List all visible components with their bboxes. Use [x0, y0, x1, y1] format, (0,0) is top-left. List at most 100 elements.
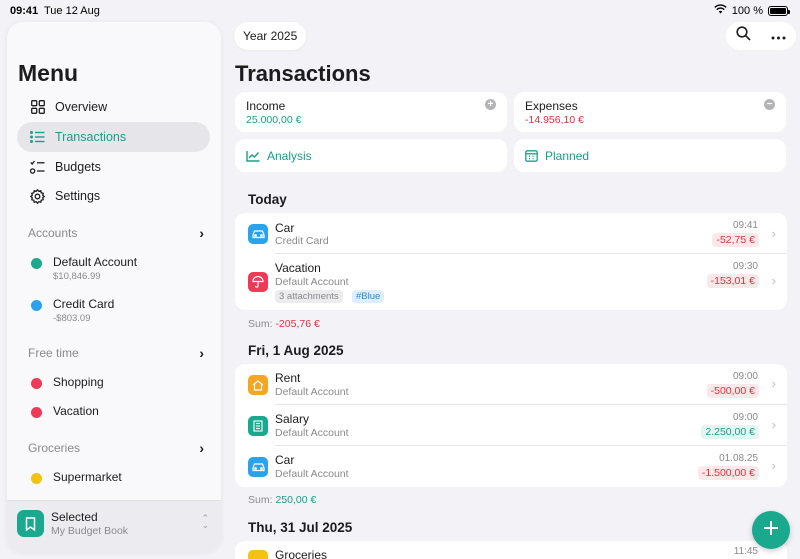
more-icon[interactable] [771, 27, 786, 45]
transaction-account: Credit Card [275, 235, 329, 247]
page-title: Transactions [235, 61, 371, 86]
transaction-group: Rent Default Account 09:00 -500,00 € › S… [235, 364, 787, 487]
category-name: Shopping [53, 375, 104, 389]
chevron-right-icon: › [771, 226, 776, 241]
car-icon [248, 224, 268, 244]
chevron-right-icon: › [771, 417, 776, 432]
attachments-tag: 3 attachments [275, 290, 343, 303]
sum-label: Sum: [248, 494, 273, 506]
sidebar-category-shopping[interactable]: Shopping [31, 375, 104, 389]
sidebar-category-vacation[interactable]: Vacation [31, 404, 99, 418]
sidebar-item-label: Budgets [55, 160, 101, 174]
calendar-icon [525, 149, 538, 162]
section-groceries[interactable]: Groceries › [28, 440, 204, 456]
chart-line-icon [246, 150, 260, 162]
planned-button[interactable]: Planned [514, 139, 786, 172]
transaction-account: Default Account [275, 276, 349, 288]
sum-label: Sum: [248, 318, 273, 330]
transaction-group: Groceries 11:45 [235, 541, 787, 559]
battery-icon [768, 5, 790, 16]
transaction-amount: -500,00 € [706, 384, 759, 398]
hashtag-tag: #Blue [352, 290, 385, 303]
transaction-amount: -153,01 € [706, 274, 759, 288]
top-actions [726, 22, 796, 50]
table-row[interactable]: Car Credit Card 09:41 -52,75 € › [235, 213, 787, 254]
table-row[interactable]: Rent Default Account 09:00 -500,00 € › [235, 364, 787, 405]
status-time: 09:41 [10, 5, 39, 17]
sidebar: Menu Overview Transactions Budgets Setti… [7, 22, 221, 552]
minus-circle-icon: − [764, 99, 775, 110]
sidebar-item-settings[interactable]: Settings [17, 181, 210, 211]
checklist-icon [29, 159, 46, 176]
day-header: Today [248, 192, 287, 207]
plus-circle-icon: + [485, 99, 496, 110]
income-label: Income [246, 99, 286, 113]
expenses-card[interactable]: Expenses -14.956,10 € − [514, 92, 786, 132]
sidebar-item-budgets[interactable]: Budgets [17, 152, 210, 182]
table-row[interactable]: Vacation Default Account 3 attachments #… [235, 254, 787, 310]
table-row[interactable]: Salary Default Account 09:00 2.250,00 € … [235, 405, 787, 446]
sum-value: 250,00 € [275, 494, 317, 506]
house-icon [248, 375, 268, 395]
account-balance: -$803.09 [53, 313, 91, 324]
sidebar-item-label: Settings [55, 189, 101, 203]
umbrella-icon [248, 272, 268, 292]
category-color-dot [31, 473, 42, 484]
day-header: Fri, 1 Aug 2025 [248, 343, 344, 358]
chevron-right-icon: › [199, 440, 204, 456]
income-card[interactable]: Income 25.000,00 € + [235, 92, 507, 132]
category-name: Supermarket [53, 470, 122, 484]
transaction-amount: -1.500,00 € [697, 466, 759, 480]
chevron-right-icon: › [771, 458, 776, 473]
chevron-right-icon: › [199, 225, 204, 241]
chevron-right-icon: › [771, 273, 776, 288]
bookmark-icon [17, 510, 44, 537]
sidebar-item-label: Overview [55, 100, 108, 114]
expenses-label: Expenses [525, 99, 578, 113]
category-color-dot [31, 407, 42, 418]
analysis-button[interactable]: Analysis [235, 139, 507, 172]
transaction-time: 11:45 [733, 546, 758, 557]
section-title: Free time [28, 346, 79, 360]
transaction-name: Car [275, 221, 295, 235]
transaction-time: 09:00 [732, 371, 758, 382]
status-date: Tue 12 Aug [44, 5, 100, 17]
cart-icon [248, 550, 268, 559]
list-icon [29, 129, 46, 146]
transaction-account: Default Account [275, 427, 349, 439]
table-row[interactable]: Car Default Account 01.08.25 -1.500,00 €… [235, 446, 787, 487]
sidebar-item-overview[interactable]: Overview [17, 92, 210, 122]
section-title: Accounts [28, 226, 78, 240]
transaction-name: Salary [275, 412, 310, 426]
transaction-group: Car Credit Card 09:41 -52,75 € › Vacatio… [235, 213, 787, 310]
sidebar-item-transactions[interactable]: Transactions [17, 122, 210, 152]
table-row[interactable]: Groceries 11:45 [235, 541, 787, 559]
transaction-time: 09:30 [732, 261, 758, 272]
section-free-time[interactable]: Free time › [28, 345, 204, 361]
wifi-icon [714, 4, 727, 17]
chevron-right-icon: › [199, 345, 204, 361]
section-accounts[interactable]: Accounts › [28, 225, 204, 241]
sidebar-account-credit-card[interactable]: Credit Card -$803.09 [31, 297, 114, 324]
chevron-right-icon: › [771, 376, 776, 391]
add-transaction-button[interactable] [752, 511, 790, 549]
year-selector[interactable]: Year 2025 [234, 22, 307, 50]
search-icon[interactable] [736, 26, 751, 46]
transaction-name: Rent [275, 371, 301, 385]
budget-book-selector[interactable]: Selected My Budget Book ⌃ ⌄ [7, 500, 221, 552]
account-color-dot [31, 300, 42, 311]
battery-percent: 100 % [731, 4, 763, 17]
transaction-time: 09:00 [732, 412, 758, 423]
section-title: Groceries [28, 441, 81, 455]
planned-label: Planned [545, 148, 590, 163]
sidebar-account-default[interactable]: Default Account $10,846.99 [31, 255, 137, 282]
category-color-dot [31, 378, 42, 389]
sidebar-category-supermarket[interactable]: Supermarket [31, 470, 122, 484]
transaction-amount: 2.250,00 € [701, 425, 759, 439]
grid-icon [29, 99, 46, 116]
transaction-account: Default Account [275, 386, 349, 398]
account-name: Credit Card [53, 297, 115, 311]
transaction-name: Vacation [275, 261, 321, 275]
menu-title: Menu [18, 60, 79, 86]
status-bar: 09:41 Tue 12 Aug 100 % [0, 0, 800, 22]
